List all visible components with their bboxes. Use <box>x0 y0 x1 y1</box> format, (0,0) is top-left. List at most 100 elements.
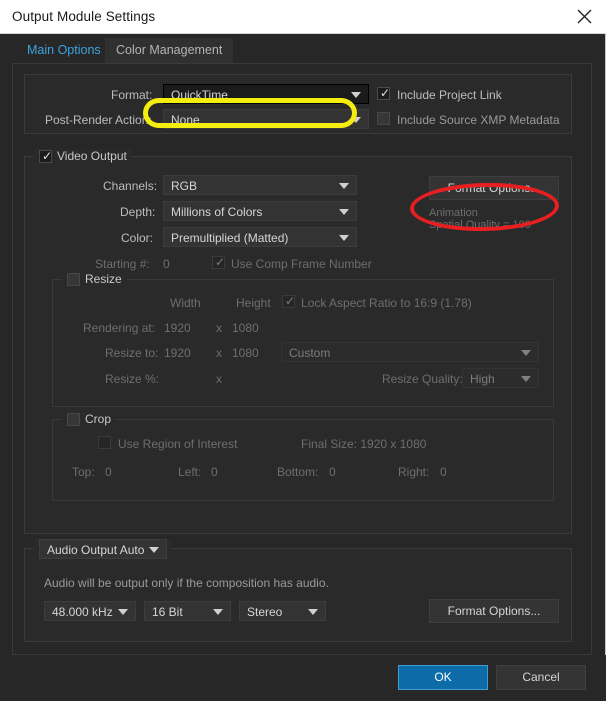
channels-dropdown[interactable]: RGB <box>163 175 357 195</box>
include-xmp-metadata-label: Include Source XMP Metadata <box>397 113 560 127</box>
channels-label: Channels: <box>103 179 158 193</box>
video-output-checkbox[interactable]: ✓ <box>39 148 53 163</box>
rendering-at-width: 1920 <box>164 321 191 335</box>
crop-left-value[interactable]: 0 <box>211 465 218 479</box>
include-project-link-checkbox[interactable]: ✓ <box>377 87 390 100</box>
starting-number-value[interactable]: 0 <box>163 257 170 271</box>
audio-output-auto-dropdown[interactable]: Audio Output Auto <box>39 539 167 559</box>
rendering-at-height: 1080 <box>232 321 259 335</box>
crop-right-value[interactable]: 0 <box>440 465 447 479</box>
audio-sample-rate-value: 48.000 kHz <box>52 605 113 619</box>
lock-aspect-ratio-label: Lock Aspect Ratio to 16:9 (1.78) <box>301 296 472 310</box>
format-dropdown[interactable]: QuickTime <box>163 84 369 104</box>
crop-right-label: Right: <box>398 465 430 479</box>
resize-height-header: Height <box>236 296 271 310</box>
audio-format-options-label: Format Options... <box>447 604 541 618</box>
crop-bottom-value[interactable]: 0 <box>329 465 336 479</box>
audio-output-legend[interactable]: Audio Output Auto <box>34 539 172 559</box>
depth-value: Millions of Colors <box>171 205 263 219</box>
crop-top-label: Top: <box>72 465 95 479</box>
crop-group: Crop Use Region of Interest Final Size: … <box>52 412 554 501</box>
resize-legend[interactable]: Resize <box>62 272 127 286</box>
resize-to-label: Resize to: <box>105 346 159 360</box>
channels-value: RGB <box>171 179 198 193</box>
use-region-of-interest-checkbox[interactable] <box>98 436 111 449</box>
ok-button[interactable]: OK <box>398 665 488 690</box>
crop-legend[interactable]: Crop <box>62 412 117 426</box>
resize-quality-dropdown[interactable]: High <box>462 368 539 388</box>
chevron-down-icon <box>339 235 349 241</box>
tab-color-management[interactable]: Color Management <box>105 38 234 63</box>
check-icon: ✓ <box>42 148 53 163</box>
close-icon[interactable] <box>562 0 606 33</box>
audio-bit-depth-value: 16 Bit <box>152 605 183 619</box>
chevron-down-icon <box>521 376 531 382</box>
video-format-options-label: Format Options... <box>447 181 541 195</box>
color-dropdown[interactable]: Premultiplied (Matted) <box>163 227 357 247</box>
crop-bottom-label: Bottom: <box>277 465 319 479</box>
rendering-at-x: x <box>216 321 222 335</box>
final-size-label: Final Size: 1920 x 1080 <box>301 437 427 451</box>
audio-bit-depth-dropdown[interactable]: 16 Bit <box>144 601 231 621</box>
color-value: Premultiplied (Matted) <box>171 231 289 245</box>
chevron-down-icon <box>118 609 128 615</box>
window-title: Output Module Settings <box>12 9 156 24</box>
tab-color-management-label: Color Management <box>116 43 223 57</box>
resize-legend-label: Resize <box>85 272 122 286</box>
main-options-panel: Format: QuickTime Post-Render Action: No… <box>12 63 592 655</box>
include-project-link-label: Include Project Link <box>397 88 502 102</box>
chevron-down-icon <box>351 117 361 123</box>
cancel-button-label: Cancel <box>522 670 560 684</box>
video-format-options-button[interactable]: Format Options... <box>429 176 559 200</box>
format-label: Format: <box>111 88 153 102</box>
video-output-legend[interactable]: ✓ Video Output <box>34 149 132 163</box>
rendering-at-label: Rendering at: <box>83 321 156 335</box>
audio-output-group: Audio Output Auto Audio will be output o… <box>24 539 572 642</box>
output-module-settings-dialog: Output Module Settings Main Options Colo… <box>0 0 606 701</box>
spatial-quality: Spatial Quality = 100 <box>429 219 531 231</box>
check-icon: ✓ <box>285 294 296 308</box>
include-xmp-metadata-checkbox[interactable] <box>377 112 390 125</box>
crop-top-value[interactable]: 0 <box>105 465 112 479</box>
post-render-action-label: Post-Render Action: <box>45 113 152 127</box>
depth-dropdown[interactable]: Millions of Colors <box>163 201 357 221</box>
codec-name: Animation <box>429 207 478 219</box>
color-label: Color: <box>121 231 154 245</box>
chevron-down-icon <box>308 609 318 615</box>
check-icon: ✓ <box>380 86 391 100</box>
audio-channels-dropdown[interactable]: Stereo <box>239 601 326 621</box>
chevron-down-icon <box>339 209 349 215</box>
audio-format-options-button[interactable]: Format Options... <box>429 599 559 623</box>
ok-button-label: OK <box>434 670 452 684</box>
depth-label: Depth: <box>120 205 156 219</box>
format-group: Format: QuickTime Post-Render Action: No… <box>24 74 572 134</box>
use-comp-frame-number-checkbox[interactable]: ✓ <box>212 256 225 269</box>
resize-to-height[interactable]: 1080 <box>232 346 259 360</box>
audio-sample-rate-dropdown[interactable]: 48.000 kHz <box>44 601 136 621</box>
resize-checkbox[interactable] <box>67 272 80 286</box>
tab-bar: Main Options Color Management <box>0 34 606 63</box>
tab-main-options[interactable]: Main Options <box>16 38 112 63</box>
cancel-button[interactable]: Cancel <box>496 665 586 690</box>
use-comp-frame-number-label: Use Comp Frame Number <box>231 257 372 271</box>
resize-to-x: x <box>216 346 222 360</box>
resize-group: Resize Width Height ✓ Lock Aspect Ratio … <box>52 272 554 407</box>
crop-legend-label: Crop <box>85 412 112 426</box>
resize-quality-value: High <box>470 372 495 386</box>
video-output-legend-label: Video Output <box>57 149 127 163</box>
post-render-action-dropdown[interactable]: None <box>163 109 369 129</box>
audio-note: Audio will be output only if the composi… <box>44 576 329 590</box>
tab-main-options-label: Main Options <box>27 43 101 57</box>
resize-percent-label: Resize %: <box>105 372 160 386</box>
post-render-action-value: None <box>171 113 200 127</box>
chevron-down-icon <box>351 92 361 98</box>
resize-preset-dropdown[interactable]: Custom <box>281 342 539 362</box>
crop-checkbox[interactable] <box>67 412 80 426</box>
starting-number-label: Starting #: <box>95 257 150 271</box>
chevron-down-icon <box>339 183 349 189</box>
resize-to-width[interactable]: 1920 <box>164 346 191 360</box>
lock-aspect-ratio-checkbox[interactable]: ✓ <box>282 295 295 308</box>
video-output-group: ✓ Video Output Channels: RGB Depth: Mill… <box>24 149 572 534</box>
dialog-footer: OK Cancel <box>0 655 606 701</box>
resize-quality-label: Resize Quality: <box>382 372 463 386</box>
